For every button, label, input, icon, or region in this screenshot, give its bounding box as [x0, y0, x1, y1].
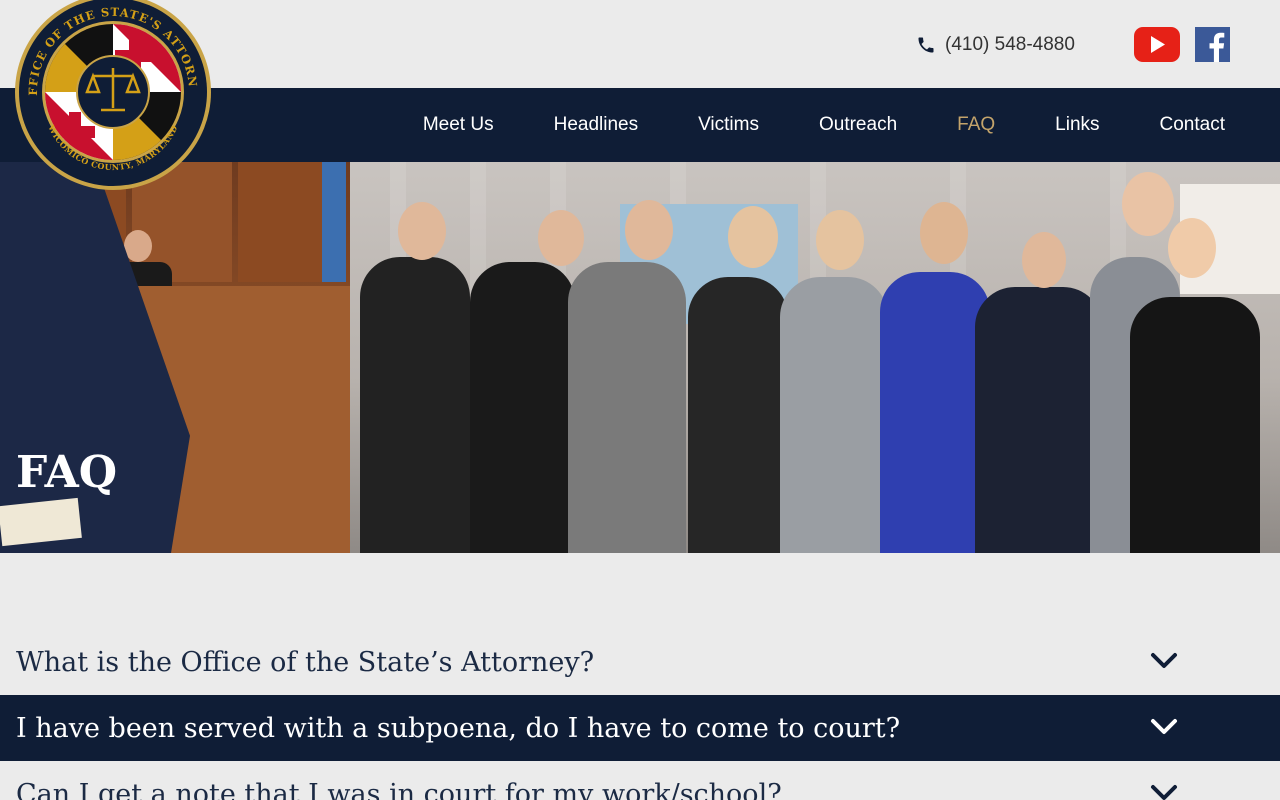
hero-banner: [0, 162, 1280, 553]
phone-link[interactable]: (410) 548-4880: [916, 34, 1075, 56]
phone-number: (410) 548-4880: [945, 34, 1075, 55]
faq-accordion: What is the Office of the State’s Attorn…: [0, 629, 1280, 800]
nav-item-headlines[interactable]: Headlines: [524, 114, 669, 136]
facebook-icon[interactable]: [1195, 27, 1230, 62]
faq-item[interactable]: Can I get a note that I was in court for…: [0, 761, 1280, 800]
nav-menu: Meet Us Headlines Victims Outreach FAQ L…: [393, 88, 1280, 162]
faq-item[interactable]: I have been served with a subpoena, do I…: [0, 695, 1280, 761]
chevron-down-icon: [1151, 785, 1177, 800]
faq-question: What is the Office of the State’s Attorn…: [16, 646, 595, 678]
nav-item-victims[interactable]: Victims: [668, 114, 789, 136]
nav-item-faq[interactable]: FAQ: [927, 114, 1025, 136]
states-attorney-seal-logo[interactable]: OFFICE OF THE STATE'S ATTORNEY WICOMICO …: [13, 0, 213, 192]
faq-question: Can I get a note that I was in court for…: [16, 778, 782, 800]
chevron-down-icon: [1151, 719, 1177, 734]
nav-item-contact[interactable]: Contact: [1130, 114, 1280, 136]
page-title: FAQ: [16, 447, 118, 498]
faq-question: I have been served with a subpoena, do I…: [16, 712, 901, 744]
chevron-down-icon: [1151, 653, 1177, 668]
team-group-photo: [350, 162, 1280, 553]
nav-item-outreach[interactable]: Outreach: [789, 114, 927, 136]
nav-item-links[interactable]: Links: [1025, 114, 1129, 136]
phone-icon: [918, 37, 934, 53]
nav-item-meet-us[interactable]: Meet Us: [393, 114, 524, 136]
youtube-icon[interactable]: [1134, 27, 1180, 62]
faq-item[interactable]: What is the Office of the State’s Attorn…: [0, 629, 1280, 695]
